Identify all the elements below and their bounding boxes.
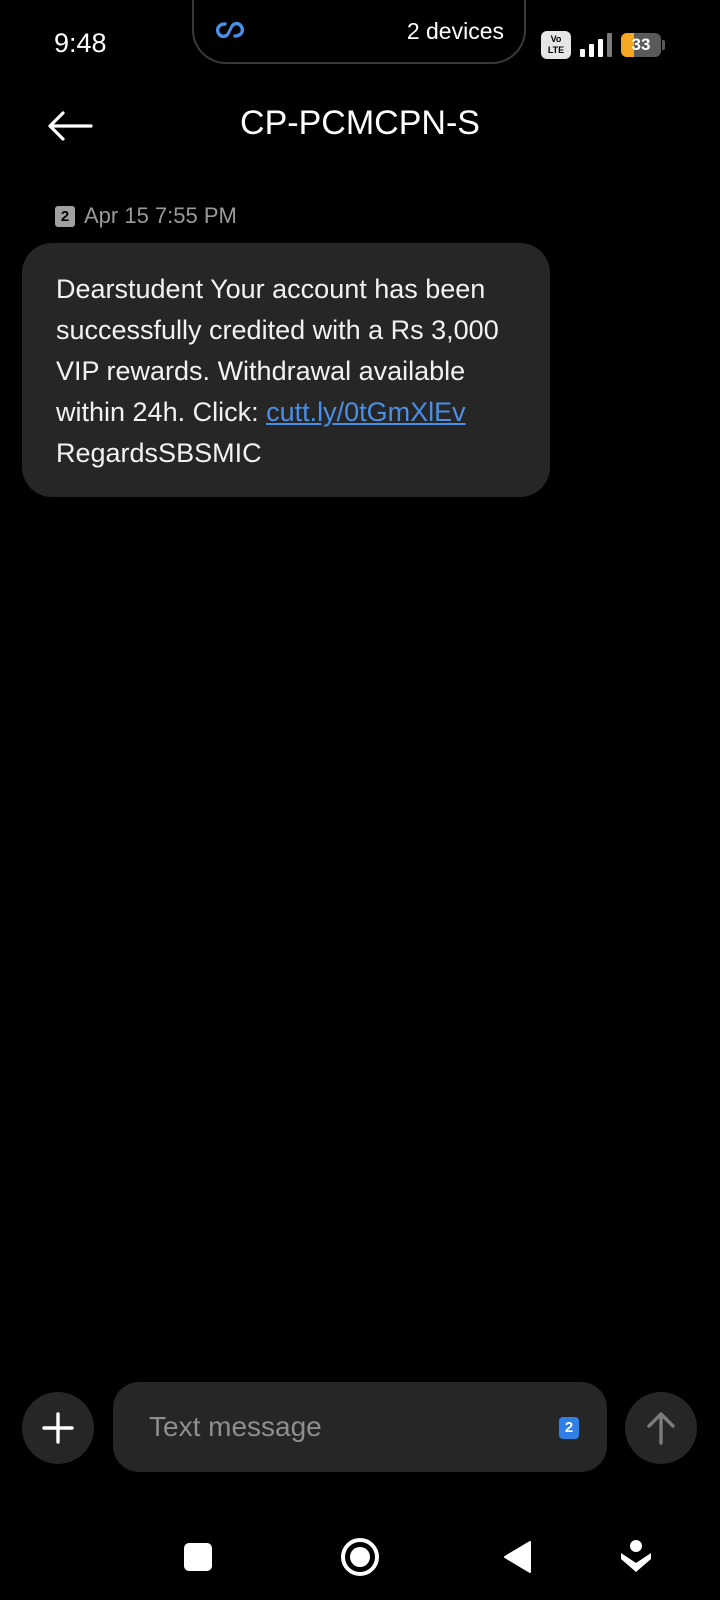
attach-button[interactable]: [22, 1392, 94, 1464]
recents-square-icon: [184, 1543, 212, 1571]
message-bubble[interactable]: Dearstudent Your account has been succes…: [22, 243, 550, 497]
assistant-icon: [621, 1540, 651, 1572]
sim-select-badge[interactable]: 2: [559, 1417, 579, 1439]
back-nav-button[interactable]: [490, 1530, 544, 1584]
battery-icon: 33: [621, 33, 665, 57]
message-meta: 2 Apr 15 7:55 PM: [55, 203, 237, 229]
back-triangle-icon: [504, 1541, 531, 1573]
send-button[interactable]: [625, 1392, 697, 1464]
text-message-placeholder: Text message: [149, 1411, 322, 1442]
battery-level: 33: [631, 35, 651, 54]
link-icon: [215, 21, 245, 39]
sim-2-badge: 2: [55, 205, 75, 227]
message-link[interactable]: cutt.ly/0tGmXlEv: [266, 397, 466, 427]
connected-devices-pill[interactable]: 2 devices: [192, 0, 526, 64]
text-message-input[interactable]: Text message 2: [113, 1382, 607, 1472]
signal-strength-icon: [580, 33, 612, 57]
arrow-up-icon: [647, 1412, 675, 1445]
connected-devices-label: 2 devices: [406, 18, 504, 44]
message-text-end: RegardsSBSMIC: [56, 438, 262, 468]
home-button[interactable]: [333, 1530, 387, 1584]
volte-badge: Vo LTE: [541, 31, 571, 59]
recents-button[interactable]: [171, 1530, 225, 1584]
plus-icon: [42, 1412, 74, 1444]
status-time: 9:48: [54, 28, 107, 58]
home-circle-icon: [341, 1538, 379, 1576]
assistant-button[interactable]: [609, 1530, 663, 1584]
conversation-title: CP-PCMCPN-S: [240, 104, 480, 142]
message-timestamp: Apr 15 7:55 PM: [84, 203, 237, 228]
